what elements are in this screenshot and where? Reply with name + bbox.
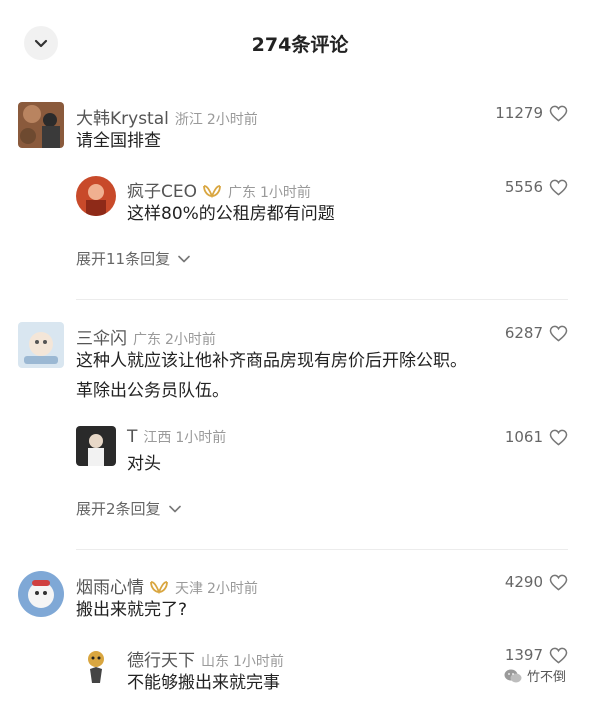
divider [76, 549, 568, 550]
comment-region: 浙江 [174, 112, 203, 128]
comment-text: 请全国排查 [76, 131, 161, 151]
heart-icon [549, 429, 568, 446]
like-count: 5556 [504, 178, 543, 196]
vip-badge-icon [203, 185, 221, 199]
like-count: 1397 [504, 646, 543, 664]
like-count: 4290 [504, 573, 543, 591]
chevron-down-icon [168, 505, 181, 512]
avatar[interactable] [18, 571, 64, 617]
chevron-down-icon [178, 255, 190, 262]
divider [76, 299, 568, 300]
comment-time: 2小时前 [206, 112, 258, 128]
comment-count-title: 274条评论 [251, 34, 349, 56]
like-button[interactable]: 1397 [505, 646, 568, 664]
like-button[interactable]: 4290 [505, 573, 568, 591]
like-button[interactable]: 11279 [495, 104, 568, 122]
expand-replies-button[interactable]: 展开11条回复 [76, 248, 190, 269]
reply-username[interactable]: T [127, 427, 137, 447]
like-count: 11279 [495, 104, 543, 122]
avatar[interactable] [76, 176, 116, 216]
avatar[interactable] [76, 426, 116, 466]
comments-header: 274条评论 [0, 0, 600, 90]
like-button[interactable]: 6287 [505, 324, 568, 342]
like-button[interactable]: 5556 [505, 178, 568, 196]
vip-badge-icon [150, 581, 168, 595]
reply-text: 这样80%的公租房都有问题 [127, 204, 335, 224]
like-button[interactable]: 1061 [505, 428, 568, 446]
like-count: 1061 [504, 428, 543, 446]
expand-replies-label: 展开11条回复 [76, 250, 171, 268]
avatar[interactable] [76, 645, 116, 685]
heart-icon [549, 105, 568, 122]
wechat-icon [504, 669, 522, 682]
expand-replies-button[interactable]: 展开2条回复 [76, 498, 181, 519]
watermark-text: 竹不倒 [526, 670, 566, 685]
like-count: 6287 [504, 324, 543, 342]
reply-text: 对头 [127, 454, 161, 474]
heart-icon [549, 647, 568, 664]
comment-text: 搬出来就完了? [76, 600, 188, 620]
watermark: 竹不倒 [504, 666, 566, 685]
comment-text-line: 这种人就应该让他补齐商品房现有房价后开除公职。 [76, 351, 467, 371]
heart-icon [549, 325, 568, 342]
comment-time: 2小时前 [207, 581, 258, 597]
reply-time: 1小时前 [175, 430, 227, 446]
heart-icon [549, 179, 568, 196]
reply-text: 不能够搬出来就完事 [127, 673, 280, 693]
reply-region: 江西 [143, 430, 172, 446]
heart-icon [549, 574, 568, 591]
comment-text-line: 革除出公务员队伍。 [76, 381, 229, 401]
avatar[interactable] [18, 102, 64, 148]
avatar[interactable] [18, 322, 64, 368]
expand-replies-label: 展开2条回复 [76, 500, 161, 518]
